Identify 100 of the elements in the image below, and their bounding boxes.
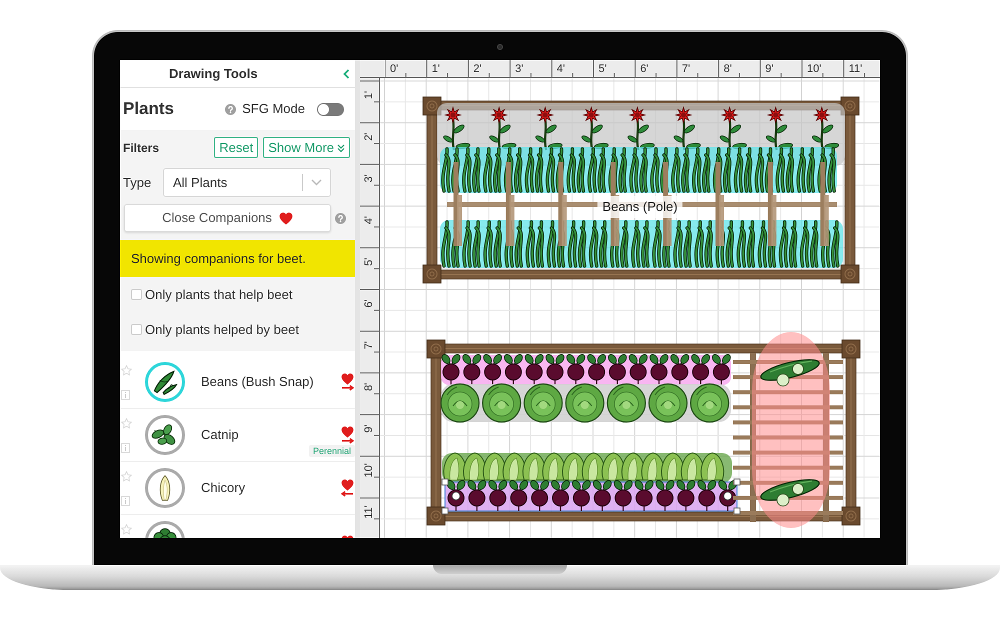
close-companions-button[interactable]: Close Companions [124,204,331,232]
bean-plant-icon [462,147,481,193]
flower-icon [812,106,840,150]
bean-plant-icon [504,147,522,193]
beet-icon [546,354,564,385]
bean-plant-icon [712,147,732,193]
cabbage-icon [482,383,522,423]
bean-plant-icon [796,147,815,193]
panel-title: Drawing Tools [169,64,258,83]
corner-post [842,340,860,358]
beet-icon [442,354,460,385]
ruler-label: 6' [640,63,648,75]
checkbox[interactable] [131,324,142,335]
beet-icon [462,354,482,385]
ruler-label: 9' [765,63,774,75]
beet-icon [608,354,627,385]
beet-icon [656,480,674,511]
beet-icon [697,480,716,511]
corner-post [840,96,860,116]
bean-plant-icon [692,147,710,193]
plant-tag: Perennial [308,445,355,457]
ruler-label: 9' [363,424,375,433]
selection-handle[interactable] [734,508,740,514]
star-icon[interactable] [121,524,132,535]
beet-icon [524,354,544,385]
beet-icon [676,480,696,511]
corner-post [422,264,442,284]
bean-plant-icon [817,147,836,193]
plant-name: Chicory [201,479,246,498]
bean-plant-icon [671,147,690,193]
checkbox[interactable] [131,289,142,300]
cabbage-icon [648,383,688,423]
leaves-icon[interactable] [145,415,185,455]
selection-handle[interactable] [442,478,448,486]
sfg-mode-label: SFG Mode [242,100,305,118]
cabbage-icon [606,383,646,423]
bean-plant-icon [631,220,650,268]
star-icon[interactable] [121,418,132,429]
endpoint-handle[interactable] [723,492,732,500]
ruler-label: 4' [363,216,375,224]
ruler-label: 0' [390,63,398,75]
info-icon[interactable] [121,390,130,400]
bean-plant-icon [736,220,756,268]
lettuce-icon [700,452,724,480]
help-icon[interactable] [335,212,346,224]
beet-icon [530,480,549,511]
beet-icon [670,354,690,385]
bean-plant-icon [483,147,502,193]
ruler-label: 8' [363,382,375,391]
ruler-label: 6' [363,299,375,308]
ruler-label: 2' [363,132,375,141]
ruler-label: 4' [556,63,566,75]
toggle-switch[interactable] [317,102,344,116]
ruler-label: 3' [363,174,375,182]
bean-plant-icon [588,147,606,193]
beet-icon [483,354,502,385]
cucumber-icon [760,479,820,506]
info-icon[interactable] [121,496,130,506]
ruler-label: 5' [598,63,607,75]
beet-icon [691,354,710,385]
star-icon[interactable] [121,471,132,482]
bean-plant-icon [800,220,818,268]
beet-icon [551,480,570,511]
chevron-left-icon[interactable] [343,68,350,78]
ruler-label: 11' [848,63,862,75]
cabbage-icon [690,383,730,423]
star-icon[interactable] [121,365,132,376]
beet-icon [712,354,731,385]
bean-plant-icon [673,220,692,268]
bean-plant-icon [694,220,713,268]
bean-plant-icon [734,147,752,193]
endive-icon[interactable] [145,468,185,508]
help-icon[interactable] [225,104,236,114]
beet-icon [572,480,591,511]
ruler-label: 10' [363,463,375,478]
bean-pods-icon[interactable] [145,362,185,402]
cucumber-icon [760,359,820,386]
bean-plant-icon [483,220,502,268]
bean-plant-icon [629,147,648,193]
beet-icon [509,480,528,511]
beet-icon [587,354,606,385]
bed-label: Beans (Pole) [597,196,683,218]
plant-name: Beans (Bush Snap) [201,373,314,392]
corner-post [840,264,860,284]
corner-post [842,506,860,526]
bean-plant-icon [608,147,627,193]
endpoint-handle[interactable] [452,492,460,500]
selection-handle[interactable] [442,508,448,514]
selection-handle[interactable] [734,478,740,486]
heart-icon [278,212,293,224]
corner-post [422,96,442,116]
plant-name: Catnip [201,426,239,444]
type-select[interactable]: All Plants [163,168,331,197]
checkbox-label: Only plants that help beet [145,286,292,304]
bean-plant-icon [566,147,586,193]
info-icon[interactable] [121,443,130,453]
bean-plant-icon [776,147,794,193]
filters-label: Filters [123,140,160,156]
ruler-label: 5' [363,258,375,266]
beet-icon [614,480,633,511]
